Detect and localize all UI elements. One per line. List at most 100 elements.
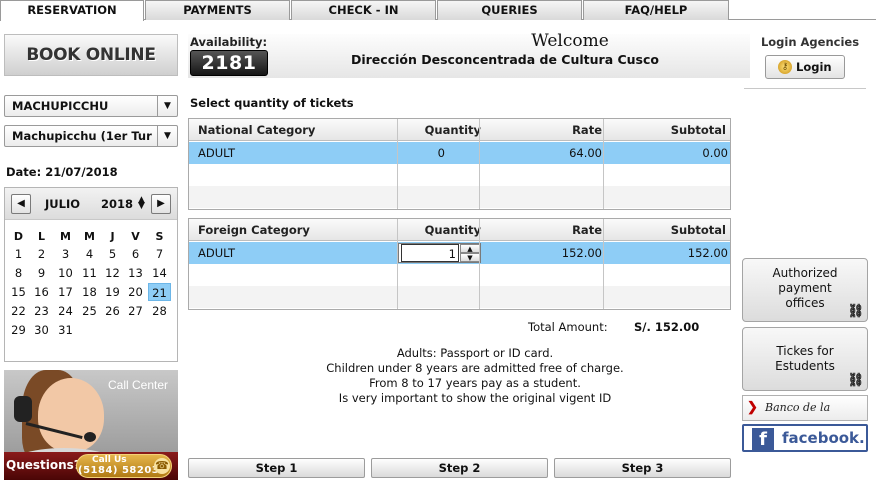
calendar-day[interactable]: 12: [101, 264, 124, 282]
calendar-day[interactable]: 1: [7, 245, 30, 263]
tickets-label-line: Tickes for: [776, 344, 834, 358]
decrement-arrow-icon[interactable]: ▼: [460, 253, 480, 262]
calendar-day-selected[interactable]: 21: [148, 283, 171, 301]
calendar-day[interactable]: 4: [78, 245, 101, 263]
column-header-rate: Rate: [572, 223, 602, 237]
route-select[interactable]: Machupicchu (1er Turno) ▼: [4, 125, 178, 147]
link-icon: ⛓: [847, 373, 864, 388]
phone-icon: ☎: [154, 458, 170, 474]
weekday-header: V: [131, 230, 140, 243]
availability-counter: 2181: [190, 50, 268, 76]
column-header-category: Foreign Category: [198, 223, 310, 237]
calendar-day[interactable]: 11: [78, 264, 101, 282]
organization-name: Dirección Desconcentrada de Cultura Cusc…: [350, 52, 659, 67]
table-row[interactable]: ADULT 1 ▲ ▼ 152.00 152.00: [189, 242, 730, 264]
step-2-button[interactable]: Step 2: [371, 458, 548, 478]
calendar-day[interactable]: 30: [30, 321, 53, 339]
book-online-banner: BOOK ONLINE: [4, 34, 178, 76]
date-value: 21/07/2018: [45, 165, 118, 179]
banco-de-la-nacion-link[interactable]: ❯ Banco de la Nación: [742, 395, 868, 438]
weekday-header: M: [60, 230, 71, 243]
subtotal-cell: 0.00: [702, 146, 728, 160]
calendar-day[interactable]: 18: [78, 283, 101, 301]
calendar-day[interactable]: 16: [30, 283, 53, 301]
calendar-day[interactable]: 13: [124, 264, 147, 282]
destination-select-value: MACHUPICCHU: [12, 99, 109, 113]
tab-faq-help[interactable]: FAQ/HELP: [583, 0, 729, 20]
next-month-button[interactable]: ▶: [151, 194, 171, 214]
column-divider: [603, 119, 604, 209]
calendar-day[interactable]: 20: [124, 283, 147, 301]
calendar-day[interactable]: 22: [7, 302, 30, 320]
welcome-title: Welcome: [531, 31, 609, 51]
calendar-day[interactable]: 26: [101, 302, 124, 320]
tab-payments[interactable]: PAYMENTS: [145, 0, 290, 20]
tickets-for-students-button[interactable]: Tickes for Estudents ⛓: [742, 327, 868, 391]
quantity-input[interactable]: 1: [401, 244, 459, 262]
column-divider: [397, 119, 398, 209]
year-spinner-icon[interactable]: ▲ ▼: [138, 196, 145, 211]
tab-check-in[interactable]: CHECK - IN: [291, 0, 436, 20]
weekday-header: L: [37, 230, 45, 243]
calendar-day[interactable]: 19: [101, 283, 124, 301]
calendar-day[interactable]: 9: [30, 264, 53, 282]
table-header: National Category Quantity Rate Subtotal: [189, 119, 730, 141]
route-select-value: Machupicchu (1er Turno): [12, 129, 152, 143]
info-line: Is very important to show the original v…: [338, 391, 612, 405]
calendar-day[interactable]: 8: [7, 264, 30, 282]
login-button[interactable]: ⚷ Login: [765, 55, 845, 79]
authorized-label-line: payment: [778, 281, 832, 295]
destination-select[interactable]: MACHUPICCHU ▼: [4, 95, 178, 117]
column-divider: [479, 219, 480, 309]
step-1-button[interactable]: Step 1: [188, 458, 365, 478]
prev-month-button[interactable]: ◀: [11, 194, 31, 214]
column-header-category: National Category: [198, 123, 316, 137]
calendar-day[interactable]: 5: [101, 245, 124, 263]
calendar-day[interactable]: 6: [124, 245, 147, 263]
tab-reservation[interactable]: RESERVATION: [0, 0, 144, 21]
calendar-day[interactable]: 24: [54, 302, 77, 320]
calendar-day[interactable]: 17: [54, 283, 77, 301]
tickets-label-line: Estudents: [775, 359, 835, 373]
column-header-rate: Rate: [572, 123, 602, 137]
calendar-year[interactable]: 2018: [101, 197, 133, 211]
table-header: Foreign Category Quantity Rate Subtotal: [189, 219, 730, 241]
facebook-link[interactable]: f facebook.: [742, 424, 868, 452]
calendar-day[interactable]: 27: [124, 302, 147, 320]
calendar-day[interactable]: 3: [54, 245, 77, 263]
total-amount-label: Total Amount:: [528, 320, 608, 334]
weekday-header: J: [110, 230, 115, 243]
facebook-icon: f: [752, 428, 774, 450]
table-row-empty: [189, 286, 730, 308]
column-divider: [479, 119, 480, 209]
login-button-label: Login: [796, 60, 832, 74]
calendar-day[interactable]: 29: [7, 321, 30, 339]
calendar-day[interactable]: 23: [30, 302, 53, 320]
calendar-header: ◀ JULIO 2018 ▲ ▼ ▶: [5, 188, 177, 220]
agent-face: [38, 378, 104, 452]
table-row-empty: [189, 186, 730, 208]
increment-arrow-icon[interactable]: ▲: [460, 244, 480, 253]
calendar-day[interactable]: 25: [78, 302, 101, 320]
calendar-day[interactable]: 28: [148, 302, 171, 320]
quantity-stepper[interactable]: 1 ▲ ▼: [398, 243, 481, 263]
step-3-button[interactable]: Step 3: [554, 458, 731, 478]
call-center-title: Call Center: [108, 378, 169, 392]
tab-queries[interactable]: QUERIES: [437, 0, 582, 20]
table-row[interactable]: ADULT 0 64.00 0.00: [189, 142, 730, 164]
calendar-day[interactable]: 14: [148, 264, 171, 282]
weekday-header: M: [84, 230, 95, 243]
calendar-day[interactable]: 2: [30, 245, 53, 263]
top-tab-bar: RESERVATION PAYMENTS CHECK - IN QUERIES …: [0, 0, 876, 21]
facebook-label: facebook.: [782, 429, 865, 447]
calendar-day[interactable]: 15: [7, 283, 30, 301]
calendar-day[interactable]: 10: [54, 264, 77, 282]
calendar-day[interactable]: 7: [148, 245, 171, 263]
quantity-cell[interactable]: 0: [397, 142, 445, 164]
call-center-banner[interactable]: Call Center Questions? Call Us (5184) 58…: [4, 370, 178, 480]
key-icon: ⚷: [778, 60, 792, 74]
calendar-day[interactable]: 31: [54, 321, 77, 339]
subtotal-cell: 152.00: [687, 246, 728, 260]
calendar-month[interactable]: JULIO: [45, 197, 80, 211]
authorized-payment-offices-button[interactable]: Authorized payment offices ⛓: [742, 258, 868, 322]
